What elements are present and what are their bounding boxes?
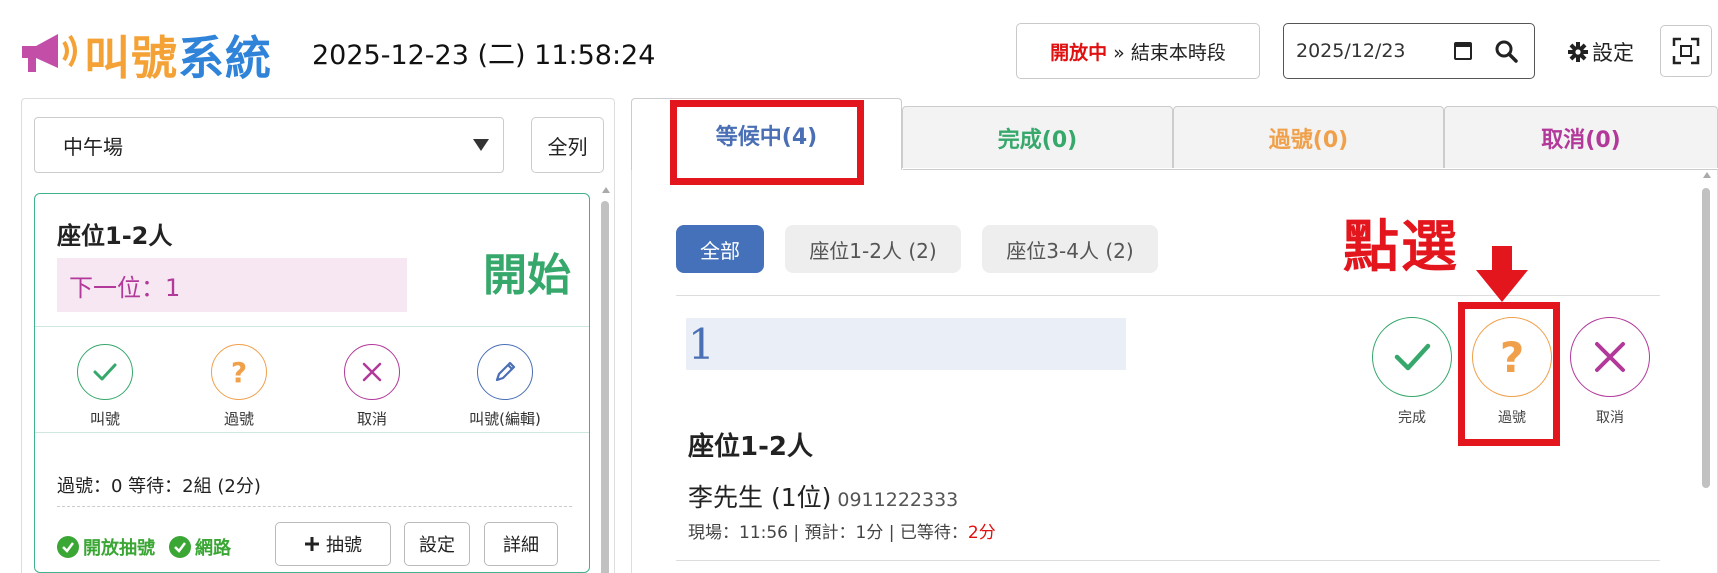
entry-customer: 李先生 (1位) 0911222333 bbox=[688, 478, 958, 514]
left-scrollbar[interactable] bbox=[600, 187, 612, 573]
complete-label: 完成 bbox=[1398, 410, 1426, 426]
customer-name: 李先生 (1位) bbox=[688, 483, 832, 512]
card-divider bbox=[35, 432, 589, 433]
settings-label: 設定 bbox=[1592, 41, 1634, 65]
cancel-label: 取消 bbox=[356, 410, 387, 428]
cancel-entry-action[interactable]: 取消 bbox=[1568, 317, 1652, 427]
call-edit-label: 叫號(編輯) bbox=[469, 410, 541, 428]
check-circle-icon bbox=[169, 536, 191, 558]
tab-skipped[interactable]: 過號(0) bbox=[1173, 106, 1444, 168]
check-icon bbox=[93, 363, 117, 381]
stats-separator bbox=[57, 506, 572, 507]
card-divider bbox=[35, 326, 589, 327]
right-scrollbar[interactable] bbox=[1701, 172, 1713, 572]
fullscreen-button[interactable] bbox=[1660, 25, 1712, 77]
cancel-button[interactable] bbox=[344, 344, 400, 400]
scroll-up-arrow-icon[interactable] bbox=[602, 187, 610, 193]
tabs-divider bbox=[903, 169, 1718, 170]
app-title-part1: 叫號 bbox=[84, 31, 178, 85]
gear-icon bbox=[1568, 42, 1588, 62]
highlight-box-skip-button bbox=[1458, 302, 1560, 446]
entry-wait-time: 2分 bbox=[967, 523, 996, 543]
card-settings-button[interactable]: 設定 bbox=[404, 522, 470, 566]
call-action[interactable]: 叫號 bbox=[50, 344, 160, 429]
fullscreen-icon bbox=[1672, 37, 1700, 65]
check-circle-icon bbox=[57, 536, 79, 558]
filter-seat-3-4[interactable]: 座位3-4人 (2) bbox=[982, 225, 1158, 273]
call-edit-button[interactable] bbox=[477, 344, 533, 400]
take-ticket-label: 抽號 bbox=[326, 535, 362, 556]
session-select[interactable]: 中午場 bbox=[34, 117, 504, 173]
app-title-part2: 系統 bbox=[178, 31, 272, 85]
list-divider bbox=[676, 560, 1660, 561]
filter-seat-1-2[interactable]: 座位1-2人 (2) bbox=[785, 225, 961, 273]
ticket-open-label: 開放抽號 bbox=[83, 538, 155, 559]
skip-action[interactable]: ? 過號 bbox=[184, 344, 294, 429]
cancel-entry-label: 取消 bbox=[1596, 410, 1624, 426]
check-icon bbox=[1394, 343, 1431, 371]
chevron-down-icon bbox=[473, 139, 489, 151]
complete-action[interactable]: 完成 bbox=[1370, 317, 1454, 427]
show-all-button[interactable]: 全列 bbox=[531, 117, 604, 173]
start-button[interactable]: 開始 bbox=[483, 239, 571, 303]
tab-cancelled[interactable]: 取消(0) bbox=[1444, 106, 1718, 168]
current-datetime: 2025-12-23 (二) 11:58:24 bbox=[312, 40, 656, 71]
entry-meta-times: 現場：11:56 | 預計：1分 | 已等待： bbox=[688, 523, 968, 543]
date-input[interactable]: 2025/12/23 bbox=[1296, 40, 1454, 62]
complete-button[interactable] bbox=[1372, 317, 1452, 397]
scroll-up-arrow-icon[interactable] bbox=[1703, 172, 1711, 178]
close-icon bbox=[362, 362, 382, 382]
calendar-icon[interactable] bbox=[1454, 42, 1472, 60]
network-label: 網路 bbox=[195, 538, 231, 559]
session-panel: 中午場 全列 座位1-2人 下一位：1 開始 叫號 ? 過號 取消 叫號(編輯)… bbox=[21, 98, 615, 573]
annotation-click-text: 點選 bbox=[1343, 215, 1459, 280]
cancel-action[interactable]: 取消 bbox=[317, 344, 427, 429]
question-icon: ? bbox=[231, 357, 247, 387]
customer-phone: 0911222333 bbox=[837, 489, 959, 511]
card-title: 座位1-2人 bbox=[57, 222, 173, 250]
ticket-open-flag: 開放抽號 bbox=[57, 534, 155, 560]
call-edit-action[interactable]: 叫號(編輯) bbox=[450, 344, 560, 429]
skip-label: 過號 bbox=[223, 410, 254, 428]
detail-button[interactable]: 詳細 bbox=[484, 522, 558, 566]
plus-icon bbox=[305, 537, 319, 551]
down-arrow-icon bbox=[1476, 246, 1528, 302]
scroll-thumb[interactable] bbox=[1702, 188, 1710, 488]
skip-button[interactable]: ? bbox=[211, 344, 267, 400]
app-title: 叫號系統 bbox=[84, 22, 272, 88]
svg-text:?: ? bbox=[231, 357, 247, 387]
queue-card: 座位1-2人 下一位：1 開始 叫號 ? 過號 取消 叫號(編輯) 過號：0 等… bbox=[34, 193, 590, 573]
settings-link[interactable]: 設定 bbox=[1568, 37, 1634, 67]
date-picker[interactable]: 2025/12/23 bbox=[1283, 23, 1535, 79]
entry-seat-type: 座位1-2人 bbox=[688, 432, 813, 462]
ticket-number: 1 bbox=[686, 318, 1126, 370]
filter-all[interactable]: 全部 bbox=[676, 225, 764, 273]
cancel-entry-button[interactable] bbox=[1570, 317, 1650, 397]
next-number: 下一位：1 bbox=[57, 258, 407, 312]
scroll-thumb[interactable] bbox=[601, 201, 609, 573]
session-status-button[interactable]: 開放中 » 結束本時段 bbox=[1016, 23, 1260, 79]
close-icon bbox=[1595, 342, 1625, 372]
status-open-label: 開放中 bbox=[1050, 41, 1108, 64]
search-icon[interactable] bbox=[1494, 39, 1518, 63]
tab-completed[interactable]: 完成(0) bbox=[902, 106, 1173, 168]
call-button[interactable] bbox=[77, 344, 133, 400]
take-ticket-button[interactable]: 抽號 bbox=[275, 522, 391, 566]
session-select-value: 中午場 bbox=[63, 134, 123, 159]
queue-stats: 過號：0 等待：2組 (2分) bbox=[57, 476, 261, 497]
status-end-label: » 結束本時段 bbox=[1113, 41, 1226, 64]
network-flag: 網路 bbox=[169, 534, 231, 560]
megaphone-icon bbox=[22, 34, 77, 72]
call-label: 叫號 bbox=[89, 410, 120, 428]
pencil-icon bbox=[495, 361, 516, 382]
entry-meta: 現場：11:56 | 預計：1分 | 已等待：2分 bbox=[688, 518, 996, 543]
highlight-box-waiting-tab bbox=[670, 100, 864, 185]
